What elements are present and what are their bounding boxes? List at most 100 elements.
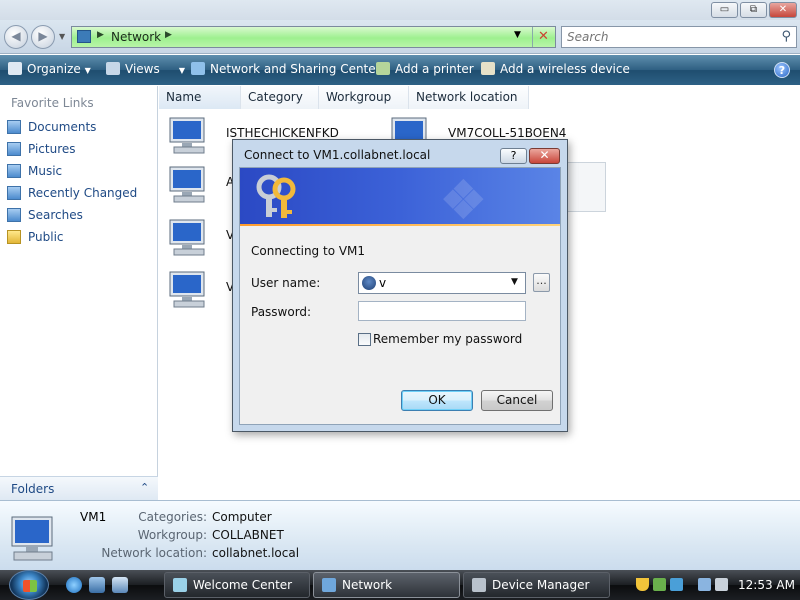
- minimize-button[interactable]: ▭: [711, 2, 738, 18]
- taskbar-welcome-center[interactable]: Welcome Center: [164, 572, 310, 598]
- windows-logo-icon: [23, 580, 37, 592]
- dialog-help-button[interactable]: ?: [500, 148, 527, 164]
- views-icon: [106, 62, 120, 75]
- computer-icon: [169, 271, 205, 308]
- update-icon[interactable]: [653, 578, 666, 591]
- task-label: Network: [342, 578, 393, 592]
- command-bar: Organize ▼ Views ▼ Network and Sharing C…: [0, 55, 800, 85]
- searches-icon: [7, 208, 21, 222]
- remember-password-label[interactable]: Remember my password: [373, 332, 522, 346]
- nav-item-pictures[interactable]: Pictures: [7, 142, 76, 160]
- chevron-up-icon[interactable]: ⌃: [140, 481, 149, 494]
- show-desktop-icon[interactable]: [89, 577, 105, 593]
- taskbar-device-manager[interactable]: Device Manager: [463, 572, 610, 598]
- device-manager-icon: [472, 578, 486, 592]
- help-icon[interactable]: ?: [774, 62, 790, 78]
- column-label: Network location: [416, 90, 518, 104]
- column-header-workgroup[interactable]: Workgroup: [319, 86, 409, 109]
- public-folder-icon: [7, 230, 21, 244]
- password-input[interactable]: [358, 301, 526, 321]
- details-value-categories: Computer: [212, 510, 272, 524]
- dialog-body: ❖ Connecting to VM1 User name: ▼ ... Pas…: [239, 167, 561, 425]
- search-icon[interactable]: ⚲: [781, 29, 791, 44]
- details-label-network-location: Network location:: [101, 546, 207, 560]
- column-header-category[interactable]: Category: [241, 86, 319, 109]
- search-box[interactable]: ⚲: [561, 26, 797, 48]
- folders-label: Folders: [11, 482, 55, 496]
- back-button[interactable]: ◀: [4, 25, 28, 49]
- nav-item-music[interactable]: Music: [7, 164, 62, 182]
- column-header-network-location[interactable]: Network location: [409, 86, 529, 109]
- organize-button[interactable]: Organize ▼: [8, 62, 91, 76]
- network-sharing-label: Network and Sharing Center: [210, 62, 381, 76]
- window-title-bar: ▭ ⧉ ✕: [0, 0, 800, 20]
- switch-windows-icon[interactable]: [112, 577, 128, 593]
- connect-dialog: Connect to VM1.collabnet.local ? ✕ ❖ Con…: [232, 139, 568, 432]
- details-pane: VM1 Categories: Computer Workgroup: COLL…: [0, 500, 800, 570]
- taskbar-network[interactable]: Network: [313, 572, 460, 598]
- network-connection-icon[interactable]: [698, 578, 711, 591]
- details-label-workgroup: Workgroup:: [137, 528, 207, 542]
- printer-icon: [376, 62, 390, 75]
- password-label: Password:: [251, 305, 312, 319]
- nav-item-label: Documents: [28, 120, 97, 134]
- nav-item-searches[interactable]: Searches: [7, 208, 83, 226]
- ok-button[interactable]: OK: [401, 390, 473, 411]
- close-button[interactable]: ✕: [769, 2, 797, 18]
- details-label-categories: Categories:: [138, 510, 207, 524]
- column-header-name[interactable]: Name: [159, 86, 241, 109]
- browse-button[interactable]: ...: [533, 273, 550, 292]
- wireless-device-icon: [481, 62, 495, 75]
- breadcrumb-arrow-icon[interactable]: ▶: [97, 30, 104, 40]
- security-shield-icon[interactable]: [636, 578, 649, 591]
- network-item-label: ISTHECHICKENFKD: [226, 126, 339, 140]
- column-label: Category: [248, 90, 303, 104]
- forward-button[interactable]: ▶: [31, 25, 55, 49]
- cancel-button[interactable]: Cancel: [481, 390, 553, 411]
- username-input[interactable]: [379, 274, 503, 292]
- add-printer-label: Add a printer: [395, 62, 474, 76]
- connecting-message: Connecting to VM1: [251, 244, 366, 258]
- start-button[interactable]: [9, 570, 49, 600]
- nav-item-label: Music: [28, 164, 63, 178]
- network-sharing-icon: [191, 62, 205, 75]
- nav-item-label: Pictures: [28, 142, 76, 156]
- nav-item-public[interactable]: Public: [7, 230, 64, 248]
- details-value-network-location: collabnet.local: [212, 546, 300, 560]
- add-printer-button[interactable]: Add a printer: [376, 62, 474, 76]
- address-dropdown-icon[interactable]: ▼: [514, 30, 521, 40]
- username-combobox[interactable]: ▼: [358, 272, 526, 294]
- recent-pages-chevron-icon[interactable]: ▼: [59, 32, 65, 41]
- dialog-close-button[interactable]: ✕: [529, 148, 560, 164]
- address-bar[interactable]: ▶ Network ▶ ▼ ✕: [71, 26, 556, 48]
- breadcrumb-arrow-icon[interactable]: ▶: [165, 30, 172, 40]
- views-label: Views: [125, 62, 160, 76]
- network-status-icon[interactable]: [670, 578, 683, 591]
- maximize-button[interactable]: ⧉: [740, 2, 767, 18]
- details-value-workgroup: COLLABNET: [212, 528, 284, 542]
- folders-toggle[interactable]: Folders ⌃: [0, 476, 158, 500]
- computer-icon: [11, 516, 53, 561]
- banner-stripe: [240, 224, 560, 226]
- dialog-banner: ❖: [240, 168, 560, 226]
- stop-icon[interactable]: ✕: [532, 27, 554, 47]
- navigation-pane: Favorite Links Documents Pictures Music …: [0, 86, 158, 500]
- welcome-center-icon: [173, 578, 187, 592]
- internet-explorer-icon[interactable]: [66, 577, 82, 593]
- nav-item-label: Searches: [28, 208, 83, 222]
- add-wireless-device-button[interactable]: Add a wireless device: [481, 62, 630, 76]
- nav-item-recently-changed[interactable]: Recently Changed: [7, 186, 137, 204]
- nav-item-documents[interactable]: Documents: [7, 120, 96, 138]
- task-label: Welcome Center: [193, 578, 293, 592]
- add-wireless-label: Add a wireless device: [500, 62, 630, 76]
- views-button[interactable]: Views ▼: [106, 62, 185, 76]
- search-input[interactable]: [562, 27, 772, 47]
- checkbox-box[interactable]: [358, 333, 371, 346]
- clock[interactable]: 12:53 AM: [738, 578, 795, 592]
- network-item-label: VM7COLL-51BOEN4: [448, 126, 567, 140]
- volume-muted-icon[interactable]: [715, 578, 728, 591]
- network-sharing-center-button[interactable]: Network and Sharing Center: [191, 62, 381, 76]
- breadcrumb-network[interactable]: Network: [111, 30, 161, 44]
- username-dropdown-icon[interactable]: ▼: [511, 277, 518, 287]
- network-icon: [322, 578, 336, 592]
